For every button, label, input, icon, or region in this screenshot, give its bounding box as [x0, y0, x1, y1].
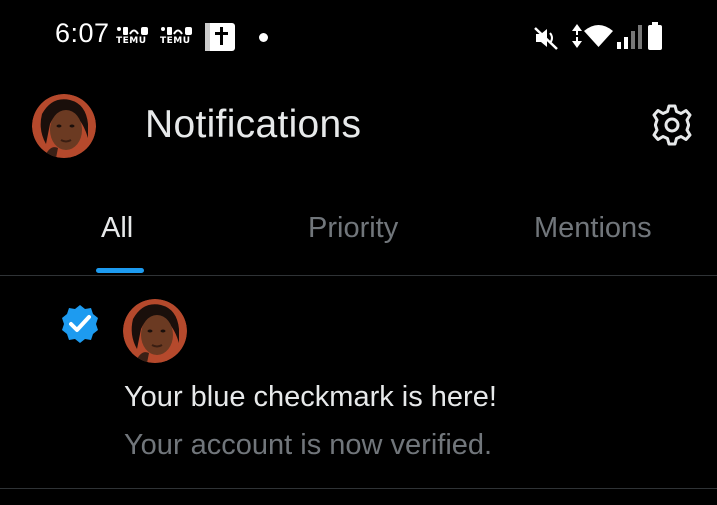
profile-avatar[interactable] [32, 94, 96, 158]
temu-badge-label: TEMU [160, 36, 191, 46]
temu-badge-label: TEMU [116, 36, 147, 46]
status-time: 6:07 [55, 18, 110, 48]
tab-all[interactable]: All [101, 212, 133, 245]
battery-icon [648, 22, 662, 50]
signal-icon [617, 25, 642, 49]
tab-bar: All Priority Mentions [0, 180, 717, 276]
temu-app-icon: TEMU [160, 26, 194, 48]
profile-avatar[interactable] [123, 299, 187, 363]
page-title: Notifications [145, 103, 362, 146]
notification-body: Your account is now verified. [124, 429, 493, 461]
active-tab-indicator [96, 268, 144, 273]
notification-dot-icon [259, 33, 268, 42]
bible-book-icon [205, 23, 235, 51]
notification-title: Your blue checkmark is here! [124, 381, 497, 413]
vibrate-mute-icon [534, 27, 558, 50]
tab-mentions[interactable]: Mentions [534, 212, 652, 245]
data-arrows-icon [572, 24, 582, 48]
gear-icon[interactable] [650, 103, 694, 147]
header: Notifications [0, 76, 717, 180]
wifi-icon [584, 25, 613, 47]
tab-priority[interactable]: Priority [308, 212, 398, 245]
temu-app-icon: TEMU [116, 26, 150, 48]
verified-badge-icon [62, 305, 98, 343]
notification-item[interactable]: Your blue checkmark is here! Your accoun… [0, 276, 717, 489]
status-bar: 6:07 TEMU TEMU [0, 0, 717, 76]
